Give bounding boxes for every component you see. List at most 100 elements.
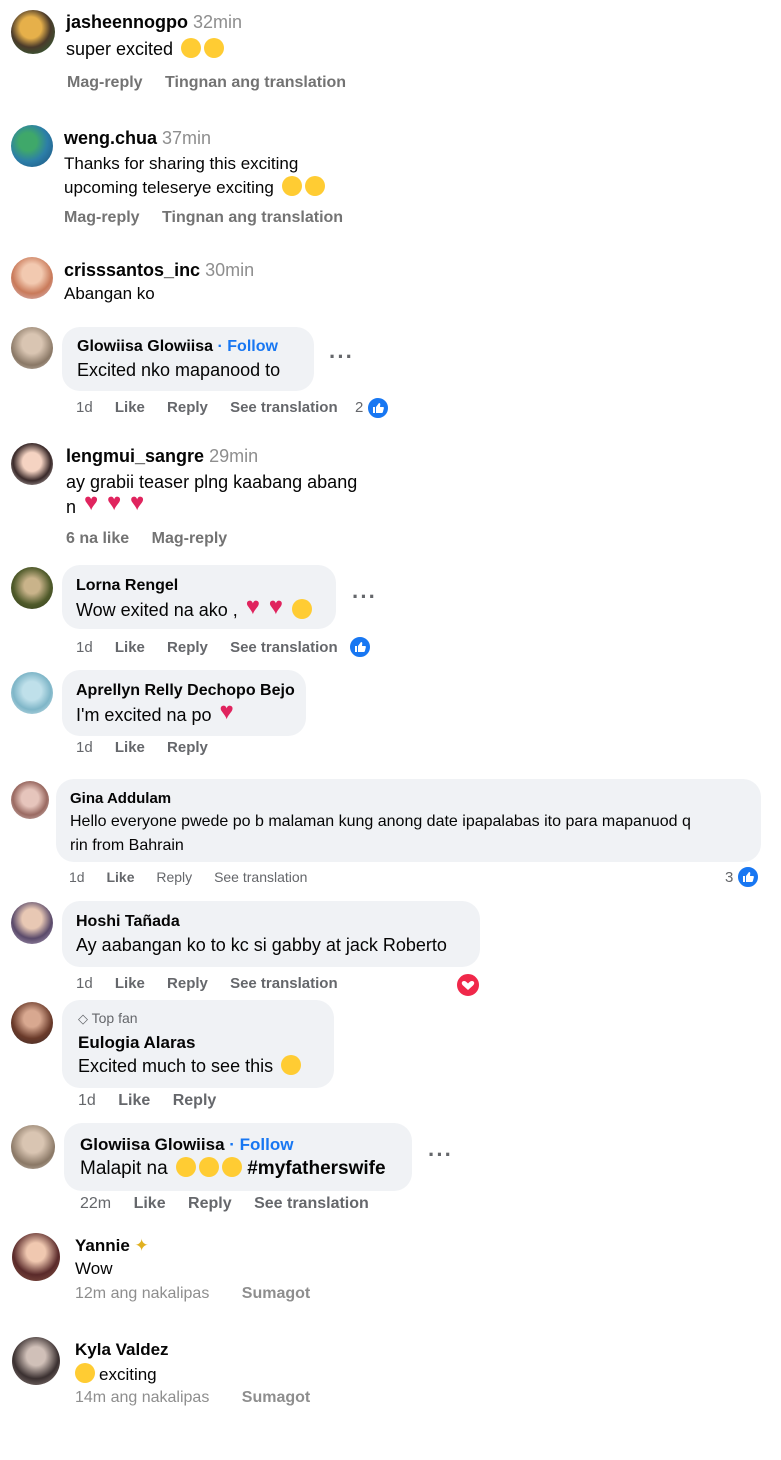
follow-button[interactable]: · Follow	[218, 338, 278, 355]
see-translation-button[interactable]: See translation	[254, 1195, 369, 1212]
comment-actions: 1d Like Reply See translation	[76, 399, 356, 416]
comment-body: Wow	[75, 1259, 113, 1278]
like-button[interactable]: Like	[134, 1195, 166, 1212]
like-reaction-icon	[736, 865, 760, 889]
author-name[interactable]: lengmui_sangre	[66, 446, 204, 466]
heart-emoji-icon	[246, 593, 266, 621]
follow-button[interactable]: · Follow	[229, 1135, 293, 1154]
avatar[interactable]	[11, 902, 53, 944]
reply-button[interactable]: Reply	[167, 399, 208, 416]
like-button[interactable]: Like	[115, 975, 145, 992]
author-name[interactable]: Aprellyn Relly Dechopo Bejo	[76, 682, 295, 699]
see-translation-button[interactable]: See translation	[214, 869, 307, 885]
author-name[interactable]: Gina Addulam	[70, 790, 171, 807]
avatar[interactable]	[11, 443, 53, 485]
reply-button[interactable]: Reply	[167, 739, 208, 756]
comment-text: Malapit na #myfatherswife	[80, 1157, 386, 1180]
author-name[interactable]: Kyla Valdez	[75, 1340, 169, 1359]
comment-body: Abangan ko	[64, 284, 155, 303]
avatar[interactable]	[11, 672, 53, 714]
reaction-count[interactable]: 3	[725, 869, 733, 886]
more-options-button[interactable]: ···	[428, 1142, 453, 1168]
like-reaction-icon[interactable]	[348, 635, 372, 659]
comment-text: super excited	[66, 38, 225, 60]
author-name[interactable]: Hoshi Tañada	[76, 913, 180, 930]
comment-time: 30min	[205, 260, 255, 280]
reply-button[interactable]: Reply	[188, 1195, 232, 1212]
diamond-icon: ◇	[78, 1011, 88, 1026]
comment-header: Lorna Rengel	[76, 577, 178, 595]
avatar[interactable]	[11, 1002, 53, 1044]
author-name[interactable]: weng.chua	[64, 128, 157, 148]
author-name[interactable]: Lorna Rengel	[76, 577, 178, 594]
see-translation-button[interactable]: See translation	[230, 639, 338, 656]
see-translation-button[interactable]: See translation	[230, 975, 338, 992]
author-name[interactable]: Glowiisa Glowiisa	[80, 1135, 225, 1154]
avatar[interactable]	[12, 1337, 60, 1385]
reply-button[interactable]: Reply	[173, 1092, 217, 1109]
reply-button[interactable]: Sumagot	[242, 1389, 310, 1406]
comment-header: Hoshi Tañada	[76, 913, 180, 931]
avatar[interactable]	[11, 125, 53, 167]
laughing-emoji-icon	[181, 38, 202, 58]
like-button[interactable]: Like	[115, 739, 145, 756]
comment-actions: 1d Like Reply	[78, 1092, 234, 1110]
more-options-button[interactable]: ···	[329, 344, 354, 370]
author-name[interactable]: jasheennogpo	[66, 12, 188, 32]
avatar[interactable]	[12, 1233, 60, 1281]
avatar[interactable]	[11, 10, 55, 54]
raised-hands-emoji-icon	[281, 176, 302, 196]
reply-button[interactable]: Reply	[167, 639, 208, 656]
comment-time: 32min	[193, 12, 243, 32]
hashtag-link[interactable]: #myfatherswife	[247, 1158, 385, 1179]
like-button[interactable]: Like	[118, 1092, 150, 1109]
avatar[interactable]	[11, 1125, 55, 1169]
reply-button[interactable]: Mag-reply	[152, 530, 228, 547]
comment-text: Wow exited na ako ,	[76, 593, 312, 621]
author-name[interactable]: Glowiisa Glowiisa	[77, 338, 213, 355]
comment-body-line: Thanks for sharing this exciting	[64, 154, 299, 173]
comment-time: 37min	[162, 128, 212, 148]
reply-button[interactable]: Mag-reply	[67, 74, 143, 91]
comment-header: crisssantos_inc 30min	[64, 260, 254, 281]
star-eyes-emoji-icon	[304, 176, 325, 196]
reaction-count[interactable]: 2	[355, 399, 363, 416]
avatar[interactable]	[11, 327, 53, 369]
comment-header: Kyla Valdez	[75, 1340, 169, 1360]
reply-button[interactable]: Reply	[156, 869, 192, 885]
comment-time: 12m ang nakalipas	[75, 1285, 210, 1302]
see-translation-button[interactable]: See translation	[230, 399, 338, 416]
author-name[interactable]: Eulogia Alaras	[78, 1033, 195, 1052]
like-button[interactable]: Like	[115, 639, 145, 656]
comment-body: Ay aabangan ko to kc si gabby at jack Ro…	[76, 935, 447, 955]
reply-button[interactable]: Sumagot	[242, 1285, 310, 1302]
author-name[interactable]: Yannie	[75, 1236, 130, 1255]
heart-emoji-icon	[130, 490, 150, 516]
avatar[interactable]	[11, 567, 53, 609]
more-options-button[interactable]: ···	[352, 584, 377, 610]
comment-body-line: rin from Bahrain	[70, 837, 184, 854]
avatar[interactable]	[11, 257, 53, 299]
comment-header: Gina Addulam	[70, 790, 171, 807]
translation-button[interactable]: Tingnan ang translation	[162, 209, 343, 226]
comment-time: 1d	[76, 639, 93, 656]
comment-header: Yannie ✦	[75, 1236, 149, 1256]
like-reaction-icon	[366, 396, 390, 420]
author-name[interactable]: crisssantos_inc	[64, 260, 200, 280]
avatar[interactable]	[11, 781, 49, 819]
like-count[interactable]: 6 na like	[66, 530, 129, 547]
comment-body-line: n	[66, 497, 77, 517]
comment-time: 1d	[78, 1092, 96, 1109]
love-reaction-icon[interactable]	[455, 972, 481, 998]
reply-button[interactable]: Reply	[167, 975, 208, 992]
comment-actions: 1d Like Reply See translation	[76, 975, 356, 992]
heart-eyes-emoji-icon	[175, 1157, 196, 1177]
translation-button[interactable]: Tingnan ang translation	[165, 74, 346, 91]
reply-button[interactable]: Mag-reply	[64, 209, 140, 226]
comment-time: 22m	[80, 1195, 112, 1212]
comment-actions: 1d Like Reply See translation	[76, 639, 356, 656]
comment-actions: Mag-reply Tingnan ang translation	[67, 74, 364, 92]
comment-text: Thanks for sharing this exciting upcomin…	[64, 152, 325, 200]
like-button[interactable]: Like	[106, 869, 134, 885]
like-button[interactable]: Like	[115, 399, 145, 416]
